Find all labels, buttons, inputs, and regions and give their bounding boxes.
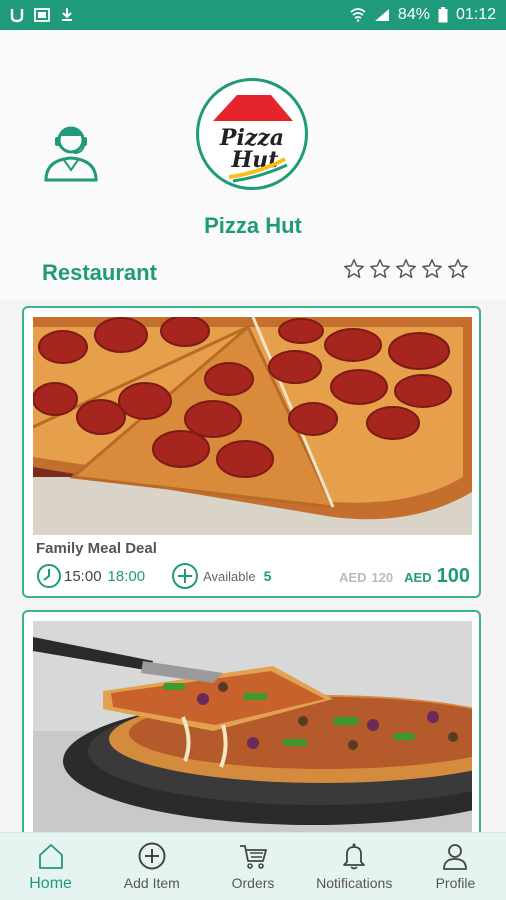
available-count: 5: [263, 568, 272, 584]
deal-time-end: 18:00: [107, 567, 146, 585]
tab-add-item-label: Add Item: [123, 875, 180, 891]
u-app-icon: [10, 9, 24, 23]
download-icon: [62, 8, 72, 21]
status-bar: 84% 01:12: [0, 0, 506, 30]
clock-time: 01:12: [455, 6, 496, 23]
bell-icon: [343, 843, 366, 870]
tab-orders-label: Orders: [231, 875, 275, 891]
person-icon: [443, 844, 468, 870]
old-price: 120: [371, 569, 394, 585]
status-system: 84% 01:12: [350, 6, 496, 24]
signal-icon: [374, 9, 389, 21]
status-notifications: [10, 7, 74, 23]
deal-image-supreme-pizza: [33, 621, 472, 841]
tab-profile-label: Profile: [435, 875, 476, 891]
star-icon[interactable]: [447, 258, 469, 280]
tab-orders[interactable]: Orders: [202, 833, 303, 900]
deal-card[interactable]: [22, 610, 481, 850]
tab-profile[interactable]: Profile: [405, 833, 506, 900]
deal-card[interactable]: Family Meal Deal 15:00 18:00 Available 5…: [22, 306, 481, 598]
tab-home-label: Home: [29, 875, 72, 892]
add-circle-icon[interactable]: [171, 562, 199, 590]
pizza-hut-logo-graphic: Pizza Hut: [213, 95, 293, 183]
bottom-tab-bar: Home Add Item Orders Notifications Profi…: [0, 832, 506, 900]
image-icon: [34, 8, 50, 22]
restaurant-name: Pizza Hut: [204, 213, 302, 238]
deal-image-pepperoni-pizza: [33, 317, 472, 535]
tab-notifications[interactable]: Notifications: [304, 833, 405, 900]
battery-icon: [438, 7, 448, 23]
new-price-currency: AED: [404, 569, 432, 585]
deal-time-start: 15:00: [64, 567, 102, 585]
star-icon[interactable]: [421, 258, 443, 280]
old-price-currency: AED: [339, 569, 367, 585]
tab-add-item[interactable]: Add Item: [101, 833, 202, 900]
tab-notifications-label: Notifications: [316, 875, 393, 891]
restaurant-logo: Pizza Hut: [196, 78, 308, 190]
deal-info-row: 15:00 18:00 Available 5 AED 120 AED 100: [36, 562, 470, 590]
available-label: Available: [203, 568, 256, 584]
home-icon: [38, 844, 63, 869]
clock-icon: [37, 564, 61, 588]
deal-title: Family Meal Deal: [36, 540, 157, 557]
logo-text-bottom: Hut: [231, 147, 279, 173]
new-price: 100: [436, 564, 470, 587]
star-icon[interactable]: [369, 258, 391, 280]
wifi-icon: [350, 8, 366, 22]
battery-percent: 84%: [397, 6, 430, 23]
star-icon[interactable]: [343, 258, 365, 280]
tab-home[interactable]: Home: [0, 833, 101, 900]
cart-icon: [240, 845, 267, 869]
rating-stars[interactable]: [343, 258, 469, 280]
restaurant-header: Pizza Hut Pizza Hut Restaurant: [0, 30, 506, 300]
customer-support-icon[interactable]: [42, 120, 100, 182]
deal-prices: AED 120 AED 100: [339, 565, 470, 588]
add-circle-icon: [138, 842, 166, 870]
restaurant-category: Restaurant: [42, 260, 157, 285]
star-icon[interactable]: [395, 258, 417, 280]
